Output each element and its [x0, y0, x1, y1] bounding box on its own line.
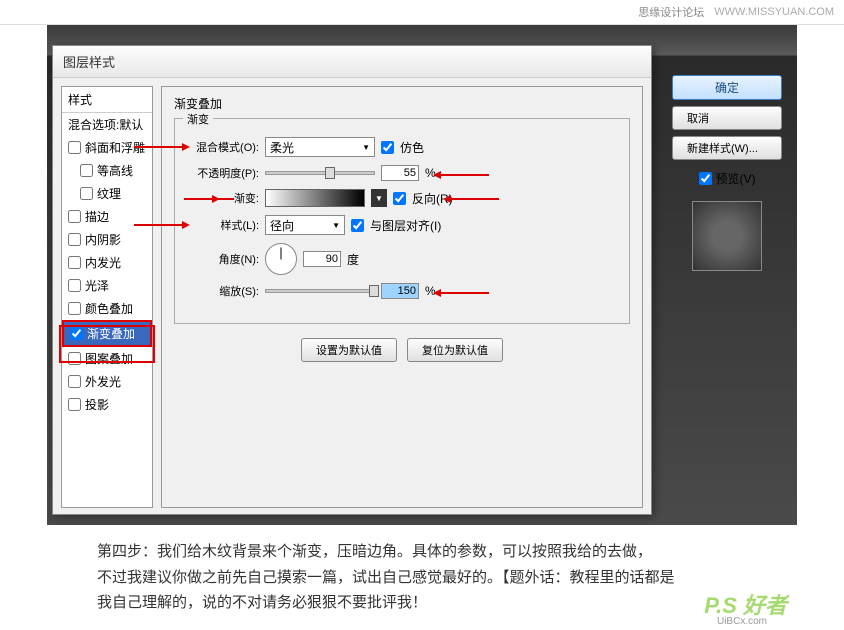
style-checkbox[interactable]: [68, 375, 81, 388]
style-label: 颜色叠加: [85, 300, 133, 317]
style-checkbox[interactable]: [68, 302, 81, 315]
screenshot-background: X 图层样式 样式 混合选项:默认 斜面和浮雕等高线纹理描边内阴影内发光光泽颜色…: [47, 25, 797, 525]
align-checkbox[interactable]: [351, 219, 364, 232]
style-item[interactable]: 外发光: [62, 370, 152, 393]
align-label: 与图层对齐(I): [370, 217, 441, 234]
style-label: 斜面和浮雕: [85, 139, 145, 156]
site-url: WWW.MISSYUAN.COM: [714, 6, 834, 18]
style-item[interactable]: 投影: [62, 393, 152, 416]
preview-checkbox[interactable]: [699, 172, 712, 185]
opacity-unit: %: [425, 166, 436, 180]
style-item[interactable]: 内阴影: [62, 228, 152, 251]
new-style-button[interactable]: 新建样式(W)...: [672, 136, 782, 160]
style-checkbox[interactable]: [68, 141, 81, 154]
style-item[interactable]: 渐变叠加: [62, 320, 152, 347]
style-checkbox[interactable]: [68, 398, 81, 411]
set-default-button[interactable]: 设置为默认值: [301, 338, 397, 362]
style-checkbox[interactable]: [80, 164, 93, 177]
tutorial-caption: 第四步：我们给木纹背景来个渐变，压暗边角。具体的参数，可以按照我给的去做， 不过…: [47, 525, 797, 630]
caption-line3: 我自己理解的，说的不对请务必狠狠不要批评我！: [97, 590, 747, 616]
style-label: 等高线: [97, 162, 133, 179]
dither-label: 仿色: [400, 139, 424, 156]
reverse-label: 反向(R): [412, 190, 453, 207]
angle-dial[interactable]: [265, 243, 297, 275]
style-checkbox[interactable]: [68, 233, 81, 246]
layer-style-dialog: 图层样式 样式 混合选项:默认 斜面和浮雕等高线纹理描边内阴影内发光光泽颜色叠加…: [52, 45, 652, 515]
style-item[interactable]: 等高线: [62, 159, 152, 182]
style-label: 内发光: [85, 254, 121, 271]
style-label: 内阴影: [85, 231, 121, 248]
reset-default-button[interactable]: 复位为默认值: [407, 338, 503, 362]
opacity-input[interactable]: [381, 165, 419, 181]
chevron-down-icon: ▼: [362, 143, 370, 152]
blend-mode-label: 混合模式(O):: [189, 139, 259, 155]
right-panel: 确定 取消 新建样式(W)... 预览(V): [672, 75, 782, 271]
scale-slider[interactable]: [265, 289, 375, 293]
style-checkbox[interactable]: [68, 256, 81, 269]
style-item[interactable]: 颜色叠加: [62, 297, 152, 320]
reverse-checkbox[interactable]: [393, 192, 406, 205]
style-header[interactable]: 样式: [62, 87, 152, 113]
opacity-label: 不透明度(P):: [189, 165, 259, 181]
angle-label: 角度(N):: [189, 251, 259, 267]
blend-options[interactable]: 混合选项:默认: [62, 113, 152, 136]
style-checkbox[interactable]: [68, 352, 81, 365]
fieldset-legend: 渐变: [183, 111, 213, 127]
style-item[interactable]: 纹理: [62, 182, 152, 205]
style-checkbox[interactable]: [70, 327, 83, 340]
style-label: 纹理: [97, 185, 121, 202]
chevron-down-icon: ▼: [332, 221, 340, 230]
style-label: 投影: [85, 396, 109, 413]
gradient-label: 渐变:: [189, 190, 259, 206]
style-checkbox[interactable]: [68, 210, 81, 223]
style-item[interactable]: 内发光: [62, 251, 152, 274]
caption-line2: 不过我建议你做之前先自己摸索一篇，试出自己感觉最好的。【题外话：教程里的话都是: [97, 565, 747, 591]
style-label: 样式(L):: [189, 217, 259, 233]
style-label: 渐变叠加: [87, 325, 135, 342]
panel-title: 渐变叠加: [174, 95, 630, 112]
dialog-title: 图层样式: [53, 46, 651, 78]
scale-label: 缩放(S):: [189, 283, 259, 299]
style-item[interactable]: 图案叠加: [62, 347, 152, 370]
scale-unit: %: [425, 284, 436, 298]
style-item[interactable]: 光泽: [62, 274, 152, 297]
gradient-dropdown-icon[interactable]: ▼: [371, 189, 387, 207]
caption-line1: 第四步：我们给木纹背景来个渐变，压暗边角。具体的参数，可以按照我给的去做，: [97, 539, 747, 565]
preview-swatch: [692, 201, 762, 271]
style-list: 样式 混合选项:默认 斜面和浮雕等高线纹理描边内阴影内发光光泽颜色叠加渐变叠加图…: [61, 86, 153, 508]
gradient-swatch[interactable]: [265, 189, 365, 207]
style-label: 外发光: [85, 373, 121, 390]
style-checkbox[interactable]: [68, 279, 81, 292]
blend-mode-select[interactable]: 柔光 ▼: [265, 137, 375, 157]
dialog-title-text: 图层样式: [63, 52, 115, 71]
site-name: 思缘设计论坛: [638, 4, 704, 20]
style-checkbox[interactable]: [80, 187, 93, 200]
style-item[interactable]: 斜面和浮雕: [62, 136, 152, 159]
ok-button[interactable]: 确定: [672, 75, 782, 100]
style-label: 图案叠加: [85, 350, 133, 367]
style-select[interactable]: 径向 ▼: [265, 215, 345, 235]
cancel-button[interactable]: 取消: [672, 106, 782, 130]
style-item[interactable]: 描边: [62, 205, 152, 228]
watermark-sub: UiBCx.com: [717, 613, 767, 630]
settings-panel: 渐变叠加 渐变 混合模式(O): 柔光 ▼ 仿色: [161, 86, 643, 508]
opacity-slider[interactable]: [265, 171, 375, 175]
top-bar: 思缘设计论坛 WWW.MISSYUAN.COM: [0, 0, 844, 25]
dither-checkbox[interactable]: [381, 141, 394, 154]
angle-unit: 度: [347, 251, 359, 268]
scale-input[interactable]: [381, 283, 419, 299]
preview-label: 预览(V): [716, 170, 756, 187]
style-label: 描边: [85, 208, 109, 225]
style-label: 光泽: [85, 277, 109, 294]
angle-input[interactable]: [303, 251, 341, 267]
